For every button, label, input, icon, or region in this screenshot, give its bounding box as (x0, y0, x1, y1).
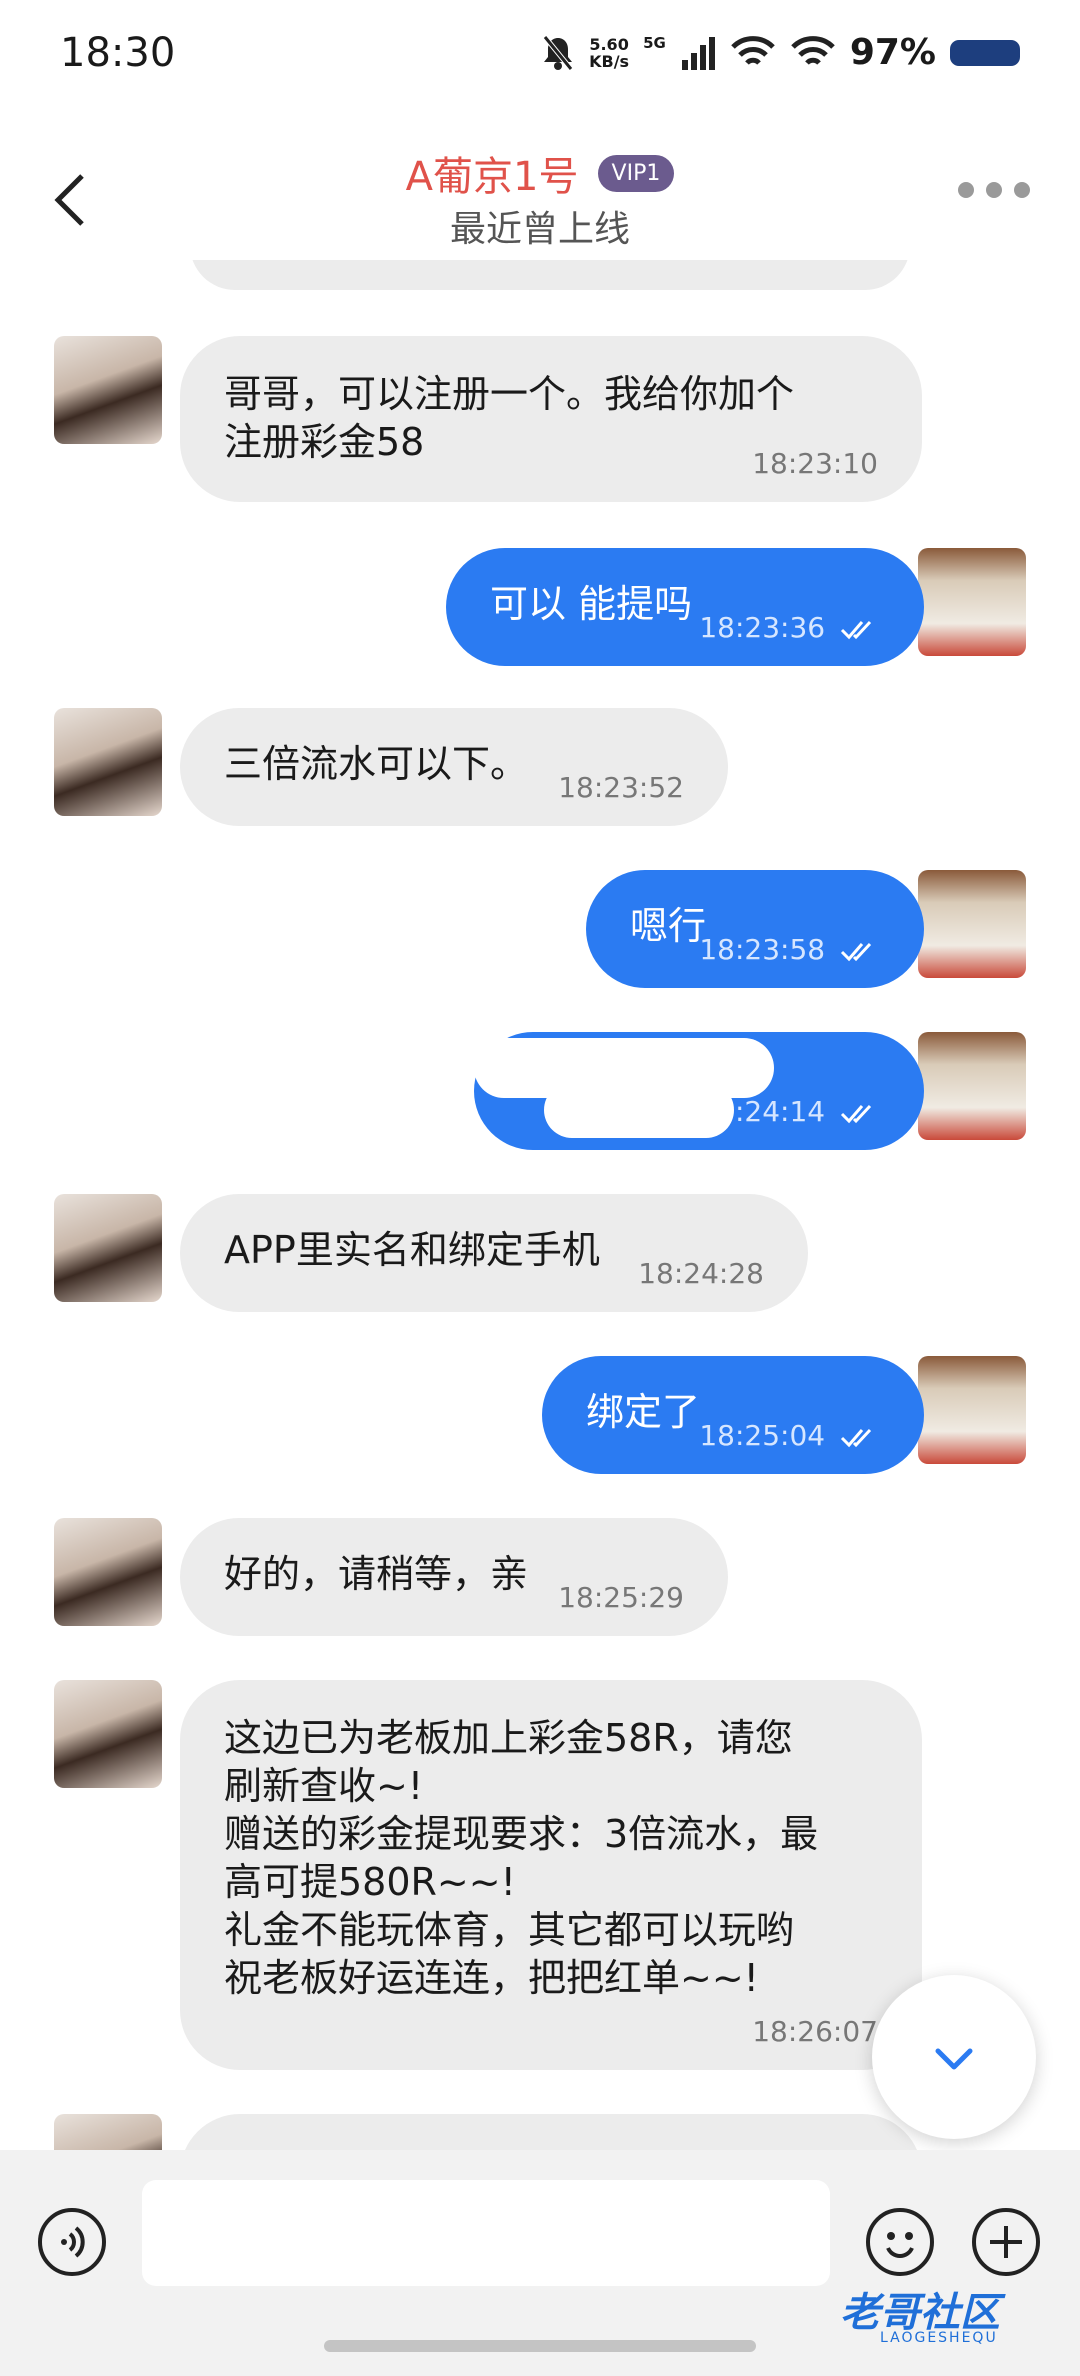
voice-input-icon[interactable] (38, 2208, 106, 2276)
contact-name: A葡京1号 (405, 154, 579, 200)
message-list[interactable]: 哥哥，可以注册一个。我给你加个 注册彩金58 18:23:10 可以 能提吗 1… (0, 260, 1080, 2150)
message-bubble[interactable]: 绑定了 18:25:04 (542, 1356, 924, 1474)
title-row: A葡京1号 VIP1 (0, 144, 1080, 202)
user-avatar[interactable] (918, 548, 1026, 656)
read-ticks-icon (840, 620, 872, 640)
online-status: 最近曾上线 (449, 209, 630, 250)
wifi-icon (731, 35, 775, 65)
message-bubble[interactable]: APP里实名和绑定手机 18:24:28 (180, 1194, 808, 1312)
scroll-to-bottom-button[interactable] (872, 1975, 1036, 2139)
network-type-label: 5G (643, 33, 666, 52)
mute-bell-icon (543, 34, 574, 71)
message-time: 18:23:52 (558, 771, 684, 804)
contact-avatar[interactable] (54, 1518, 162, 1626)
message-time: :24:14 (735, 1088, 880, 1136)
message-bubble-partial (190, 260, 910, 290)
status-time: 18:30 (60, 30, 176, 76)
read-ticks-icon (840, 1104, 872, 1124)
message-bubble[interactable]: 哥哥，可以注册一个。我给你加个 注册彩金58 18:23:10 (180, 336, 922, 502)
contact-avatar[interactable] (54, 1194, 162, 1302)
vip-badge: VIP1 (597, 154, 675, 192)
message-time: 18:23:36 (699, 604, 880, 652)
chevron-down-icon (935, 2048, 973, 2070)
contact-avatar[interactable] (54, 708, 162, 816)
message-bubble[interactable]: 嗯行 18:23:58 (586, 870, 924, 988)
battery-icon (950, 39, 1020, 66)
emoji-icon[interactable] (866, 2208, 934, 2276)
contact-avatar[interactable] (54, 2114, 162, 2150)
status-icons: 5.60 KB/s 5G 97% (541, 32, 1020, 73)
add-attachment-icon[interactable] (972, 2208, 1040, 2276)
watermark-subtext: LAOGESHEQU (880, 2330, 998, 2346)
battery-percent: 97% (849, 32, 936, 73)
wifi-icon-2 (791, 35, 835, 65)
contact-avatar[interactable] (54, 336, 162, 444)
message-time: 18:25:04 (699, 1412, 880, 1460)
status-bar: 18:30 5.60 KB/s 5G 97% (0, 0, 1080, 120)
message-text: 这边已为老板加上彩金58R，请您 刷新查收~! 赠送的彩金提现要求：3倍流水，最… (224, 1716, 819, 2000)
message-bubble[interactable]: 可以 能提吗 18:23:36 (446, 548, 924, 666)
read-ticks-icon (840, 942, 872, 962)
message-bubble[interactable]: 这边已为老板加上彩金58R，请您 刷新查收~! 赠送的彩金提现要求：3倍流水，最… (180, 1680, 922, 2070)
user-avatar[interactable] (918, 1032, 1026, 1140)
message-time: 18:25:29 (558, 1581, 684, 1614)
redaction-scribble (544, 1082, 734, 1138)
user-avatar[interactable] (918, 1356, 1026, 1464)
net-speed: 5.60 KB/s (589, 34, 630, 71)
message-time: 18:23:58 (699, 926, 880, 974)
user-avatar[interactable] (918, 870, 1026, 978)
more-options-icon[interactable] (958, 182, 1030, 198)
message-bubble-partial (180, 2114, 922, 2150)
message-bubble[interactable]: 三倍流水可以下。 18:23:52 (180, 708, 728, 826)
message-bubble[interactable]: 好的，请稍等，亲 18:25:29 (180, 1518, 728, 1636)
message-time: 18:23:10 (752, 447, 878, 480)
chat-header: A葡京1号 VIP1 最近曾上线 (0, 120, 1080, 280)
message-time: 18:24:28 (638, 1257, 764, 1290)
message-time: 18:26:07 (752, 2015, 878, 2048)
contact-avatar[interactable] (54, 1680, 162, 1788)
message-input[interactable] (142, 2180, 830, 2286)
read-ticks-icon (840, 1428, 872, 1448)
message-bubble-redacted[interactable]: :24:14 (474, 1032, 924, 1150)
home-indicator[interactable] (324, 2340, 756, 2352)
cellular-signal-icon (681, 36, 715, 70)
